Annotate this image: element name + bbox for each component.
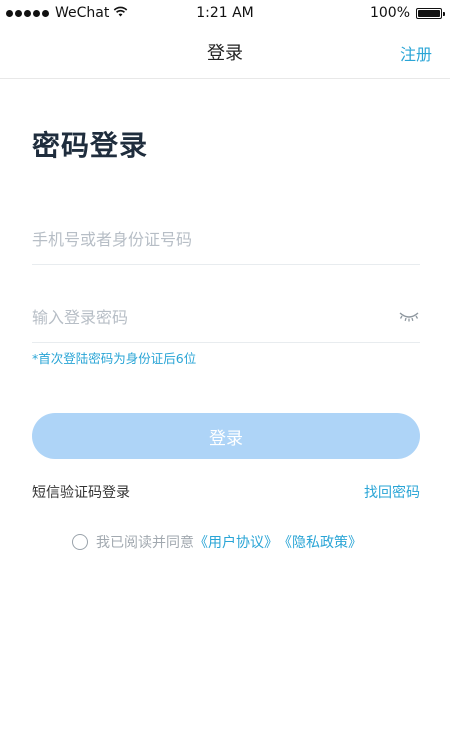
eye-closed-icon[interactable] [398,308,420,324]
privacy-policy-link[interactable]: 《隐私政策》 [278,532,362,552]
nav-title: 登录 [207,43,243,64]
password-hint: *首次登陆密码为身份证后6位 [32,351,197,366]
status-right: 100% [369,5,445,21]
battery-percent: 100% [369,5,410,21]
login-button[interactable]: 登录 [32,413,420,459]
phone-input[interactable] [32,216,372,262]
agreement-row: 我已阅读并同意 《用户协议》 《隐私政策》 [72,532,362,552]
page-title: 密码登录 [32,129,149,162]
register-link[interactable]: 注册 [400,41,432,65]
agreement-prefix: 我已阅读并同意 [96,535,194,551]
battery-fill [418,9,440,17]
password-field [32,294,420,343]
status-bar: WeChat 1:21 AM 100% [0,0,450,26]
agree-checkbox[interactable] [72,534,88,550]
login-screen: WeChat 1:21 AM 100% 登录 注册 密码登录 手机号或者身份证号… [0,0,450,750]
phone-field [32,216,420,265]
nav-bar: 登录 注册 [0,26,450,79]
password-input[interactable] [32,294,372,340]
battery-icon [416,7,445,19]
forgot-password-link[interactable]: 找回密码 [364,482,420,502]
sms-login-link[interactable]: 短信验证码登录 [32,482,130,502]
user-agreement-link[interactable]: 《用户协议》 [194,532,278,552]
